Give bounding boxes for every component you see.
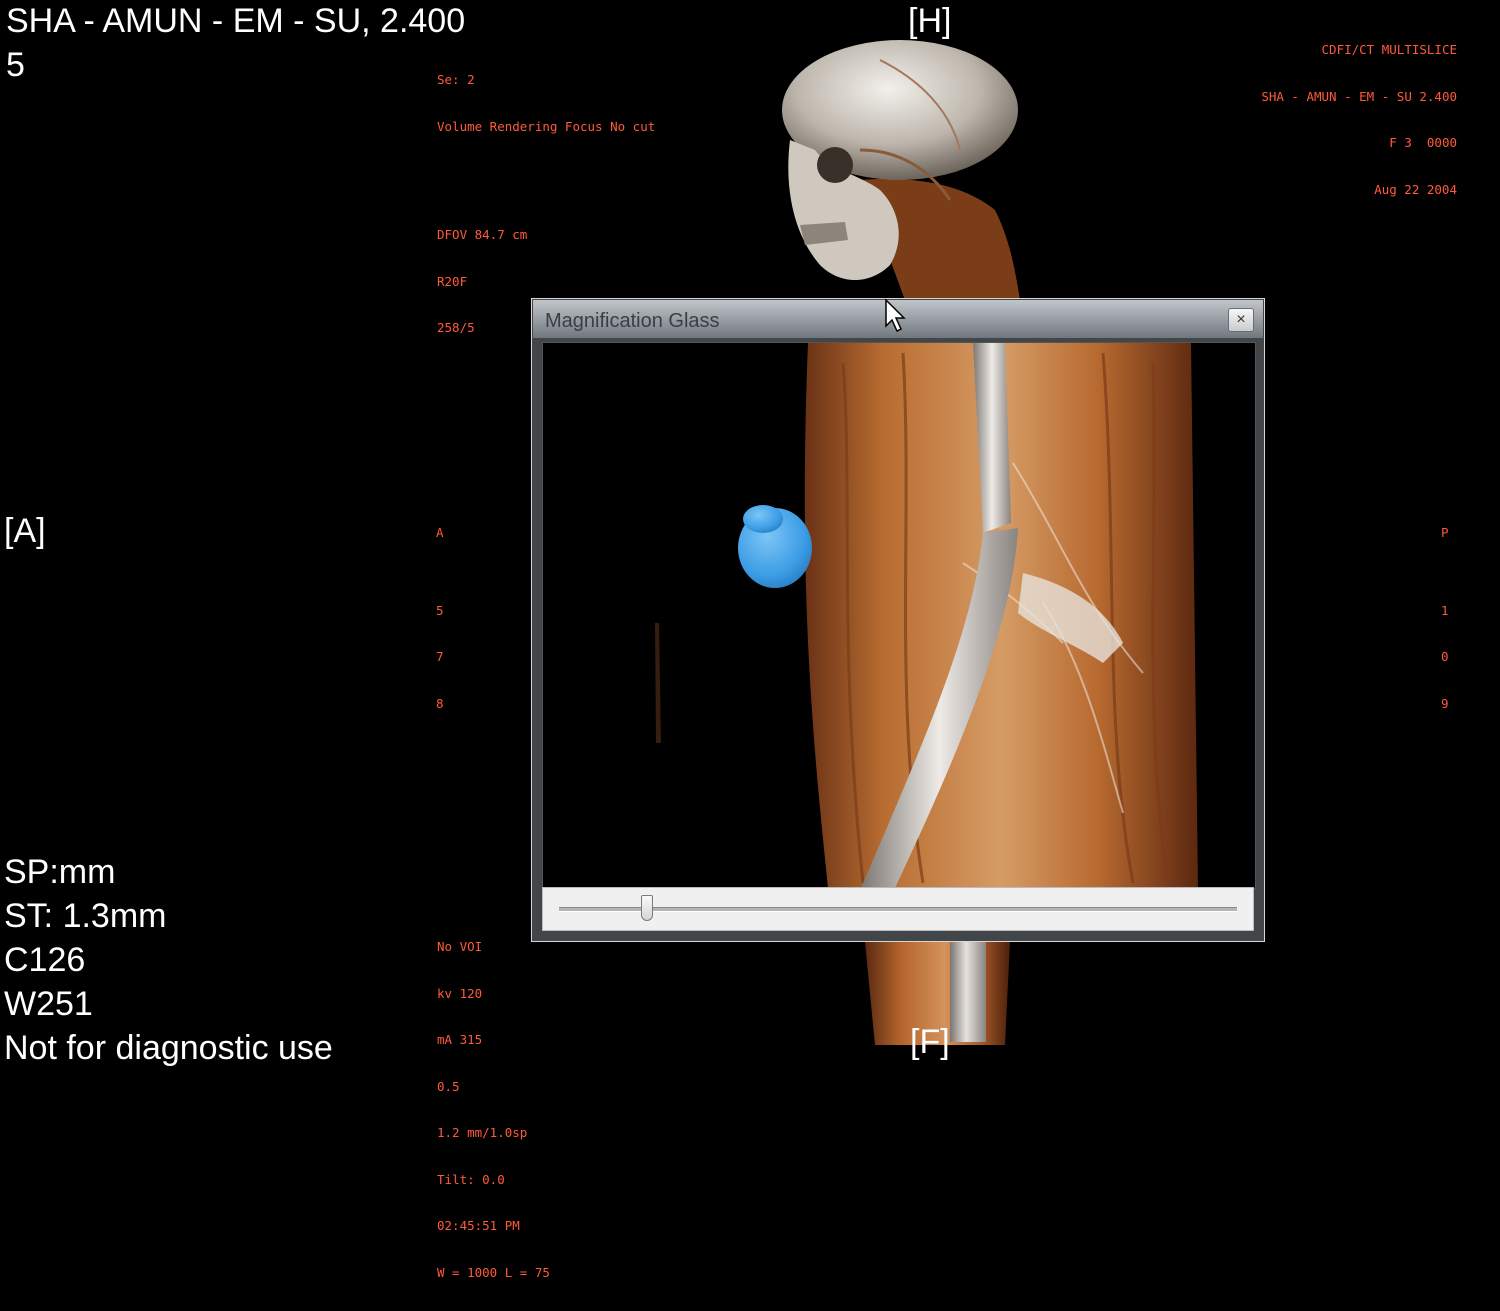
render-mode-label: Volume Rendering Focus No cut: [437, 118, 656, 134]
orientation-top-marker: [H]: [908, 2, 952, 40]
kv-label: kv 120: [437, 985, 483, 1001]
orientation-left-marker: [A]: [4, 512, 46, 550]
rotation-label: 0.5: [437, 1078, 460, 1094]
orientation-bottom-marker: [F]: [910, 1023, 950, 1061]
right-scale: P 1 0 9: [1441, 525, 1449, 711]
magnified-view: [542, 342, 1256, 889]
scan-params-bottom: No VOI kv 120 mA 315 0.5 1.2 mm/1.0sp Ti…: [437, 908, 550, 1311]
close-icon: ×: [1236, 311, 1246, 328]
frame-label: F 3 0000: [1389, 135, 1457, 150]
spacing-label: SP:mm: [4, 853, 116, 891]
zoom-slider-track[interactable]: [559, 907, 1237, 912]
mouse-cursor-icon: [885, 298, 906, 333]
study-info-top-right: CDFI/CT MULTISLICE SHA - AMUN - EM - SU …: [1261, 11, 1457, 228]
slice-thickness-label: ST: 1.3mm: [4, 897, 167, 935]
series-number-label: 5: [6, 46, 25, 84]
window-info-bottom-left: SP:mm ST: 1.3mm C126 W251 Not for diagno…: [4, 850, 333, 1070]
window-width-label: W251: [4, 985, 93, 1023]
window-title: Magnification Glass: [545, 310, 720, 332]
zoom-slider-thumb[interactable]: [641, 895, 654, 921]
orientation-code-label: R20F: [437, 273, 468, 289]
collimation-label: 1.2 mm/1.0sp: [437, 1125, 528, 1140]
series-label: Se: 2: [437, 72, 475, 87]
ma-label: mA 315: [437, 1032, 483, 1047]
patient-id-label: SHA - AMUN - EM - SU 2.400: [1261, 88, 1457, 104]
left-scale: A 5 7 8: [436, 525, 444, 711]
time-label: 02:45:51 PM: [437, 1218, 520, 1233]
close-button[interactable]: ×: [1228, 308, 1254, 332]
window-level-label: W = 1000 L = 75: [437, 1264, 550, 1280]
disclaimer-label: Not for diagnostic use: [4, 1029, 333, 1067]
magnified-render-image: [543, 343, 1255, 888]
patient-name-label: SHA - AMUN - EM - SU, 2.400: [6, 2, 466, 40]
modality-label: CDFI/CT MULTISLICE: [1321, 42, 1457, 57]
magnification-glass-window[interactable]: Magnification Glass ×: [531, 298, 1265, 942]
tilt-label: Tilt: 0.0: [437, 1171, 505, 1187]
zoom-slider-bar[interactable]: [542, 887, 1254, 931]
dfov-label: DFOV 84.7 cm: [437, 227, 528, 242]
window-center-label: C126: [4, 941, 86, 979]
study-date-label: Aug 22 2004: [1374, 181, 1457, 197]
